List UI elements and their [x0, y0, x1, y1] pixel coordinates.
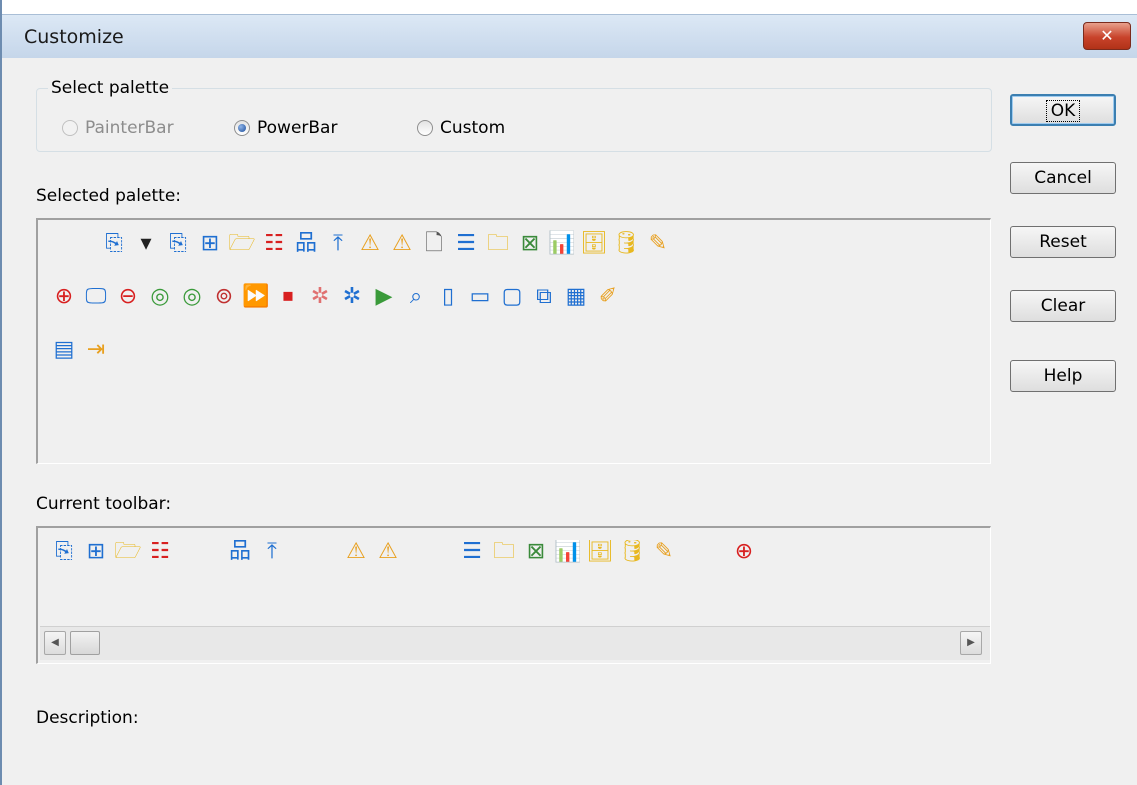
database-icon[interactable]: 🛢 — [618, 540, 646, 564]
inheritance-icon[interactable]: ⊞ — [84, 540, 108, 564]
exit-icon[interactable]: ⇥ — [84, 338, 108, 362]
dial-green-2-icon[interactable]: ◎ — [180, 285, 204, 309]
monitor-add-icon[interactable]: ⊕ — [52, 285, 76, 309]
document-list-icon[interactable]: ▤ — [52, 338, 76, 362]
help-button[interactable]: Help — [1010, 360, 1116, 392]
radio-painterbar-label: PainterBar — [85, 118, 174, 138]
delete-object-icon[interactable]: ⊠ — [524, 540, 548, 564]
database-table-icon[interactable]: 🗄 — [586, 540, 614, 564]
brush-icon[interactable]: ✐ — [596, 285, 620, 309]
monitor-remove-icon[interactable]: ⊖ — [116, 285, 140, 309]
cascade-windows-icon[interactable]: ⧉ — [532, 285, 556, 309]
properties-icon[interactable]: 🗋 — [422, 232, 446, 256]
open-folder-icon[interactable]: 🗁 — [228, 232, 255, 256]
scroll-left-icon: ◀ — [51, 637, 59, 648]
warning-right-icon[interactable]: ⚠ — [376, 540, 400, 564]
new-icon[interactable]: ⎘ — [52, 540, 76, 564]
radio-powerbar-label: PowerBar — [257, 118, 338, 138]
chart-icon[interactable]: 📊 — [554, 540, 581, 564]
edit-pencil-icon[interactable]: ✎ — [646, 232, 670, 256]
select-palette-legend: Select palette — [48, 78, 173, 98]
clear-button[interactable]: Clear — [1010, 290, 1116, 322]
list-icon[interactable]: ☰ — [460, 540, 484, 564]
ok-button-label: OK — [1045, 100, 1081, 122]
new-alt-icon[interactable]: ⎘ — [166, 232, 190, 256]
current-toolbar-label: Current toolbar: — [36, 494, 172, 514]
current-toolbar-icons: ⎘ ⊞ 🗁 ☷ 品 ⤒ ⚠ ⚠ ☰ 🗀 ⊠ 📊 🗄 🛢 ✎ ⊕ — [52, 540, 982, 580]
window-title: Customize — [24, 26, 124, 48]
dial-search-icon[interactable]: ⊚ — [212, 285, 236, 309]
selected-palette-label: Selected palette: — [36, 186, 182, 206]
warning-left-icon[interactable]: ⚠ — [344, 540, 368, 564]
close-button[interactable]: ✕ — [1083, 22, 1131, 50]
ok-button[interactable]: OK — [1010, 94, 1116, 126]
warning-left-icon[interactable]: ⚠ — [358, 232, 382, 256]
radio-painterbar[interactable]: PainterBar — [62, 118, 174, 138]
window-stop-icon[interactable]: ⏹ — [276, 285, 300, 309]
rows-icon[interactable]: ▭ — [468, 285, 492, 309]
scroll-right-button[interactable]: ▶ — [960, 631, 982, 655]
dialog-body: Select palette PainterBar PowerBar Custo… — [2, 58, 1137, 785]
radio-custom-button[interactable] — [417, 120, 433, 136]
export-icon[interactable]: ⤒ — [260, 540, 284, 564]
radio-custom-label: Custom — [440, 118, 506, 138]
scroll-right-icon: ▶ — [967, 637, 975, 648]
database-table-icon[interactable]: 🗄 — [580, 232, 608, 256]
description-label: Description: — [36, 708, 139, 728]
select-palette-group — [36, 88, 992, 152]
radio-custom[interactable]: Custom — [417, 118, 505, 138]
window-icon[interactable]: ▢ — [500, 285, 524, 309]
play-circle-icon[interactable]: ▶ — [372, 285, 396, 309]
bug-cursor-icon[interactable]: ✲ — [340, 285, 364, 309]
folder-search-icon[interactable]: 🗀 — [492, 540, 516, 564]
edit-pencil-icon[interactable]: ✎ — [652, 540, 676, 564]
radio-powerbar-button[interactable] — [234, 120, 250, 136]
library-tree-icon[interactable]: 品 — [294, 232, 318, 256]
export-icon[interactable]: ⤒ — [326, 232, 350, 256]
columns-icon[interactable]: ▯ — [436, 285, 460, 309]
radio-powerbar[interactable]: PowerBar — [234, 118, 337, 138]
reset-button[interactable]: Reset — [1010, 226, 1116, 258]
delete-object-icon[interactable]: ⊠ — [518, 232, 542, 256]
grid-icon[interactable]: ▦ — [564, 285, 588, 309]
close-icon: ✕ — [1100, 26, 1114, 45]
inheritance-icon[interactable]: ⊞ — [198, 232, 222, 256]
toolbar-horizontal-scrollbar[interactable]: ◀ ▶ — [40, 626, 990, 660]
monitor-add-icon[interactable]: ⊕ — [732, 540, 756, 564]
scroll-thumb[interactable] — [70, 631, 100, 655]
search-cursor-icon[interactable]: ⌕ — [404, 285, 428, 309]
selected-palette-icons: ⎘ ▾ ⎘ ⊞ 🗁 ☷ 品 ⤒ ⚠ ⚠ 🗋 ☰ 🗀 ⊠ 📊 🗄 🛢 ✎ ⊕ 🖵 ⊖ ◎ ◎ ⊚ ⏩ ⏹ ✲ ✲ ▶ ⌕ ▯ ▭ ▢ ⧉ ▦ ✐ ▤ ⇥ — [52, 232, 972, 391]
radio-painterbar-button[interactable] — [62, 120, 78, 136]
customize-dialog: Customize ✕ Select palette PainterBar Po… — [0, 0, 1137, 785]
library-tree-icon[interactable]: 品 — [228, 540, 252, 564]
list-icon[interactable]: ☰ — [454, 232, 478, 256]
cancel-button[interactable]: Cancel — [1010, 162, 1116, 194]
chart-icon[interactable]: 📊 — [548, 232, 575, 256]
warning-right-icon[interactable]: ⚠ — [390, 232, 414, 256]
window-forward-icon[interactable]: ⏩ — [242, 285, 269, 309]
open-folder-icon[interactable]: 🗁 — [114, 540, 141, 564]
dropdown-arrow-icon[interactable]: ▾ — [134, 232, 158, 256]
run-list-icon[interactable]: ☷ — [262, 232, 286, 256]
folder-search-icon[interactable]: 🗀 — [486, 232, 510, 256]
database-icon[interactable]: 🛢 — [612, 232, 640, 256]
selected-palette-panel[interactable]: ⎘ ▾ ⎘ ⊞ 🗁 ☷ 品 ⤒ ⚠ ⚠ 🗋 ☰ 🗀 ⊠ 📊 🗄 🛢 ✎ ⊕ 🖵 ⊖ ◎ ◎ ⊚ ⏩ ⏹ ✲ ✲ ▶ ⌕ ▯ ▭ ▢ ⧉ ▦ ✐ ▤ ⇥ — [36, 218, 991, 464]
dial-green-1-icon[interactable]: ◎ — [148, 285, 172, 309]
new-icon[interactable]: ⎘ — [102, 232, 126, 256]
run-list-icon[interactable]: ☷ — [148, 540, 172, 564]
scroll-left-button[interactable]: ◀ — [44, 631, 66, 655]
monitor-icon[interactable]: 🖵 — [84, 285, 108, 309]
title-bar[interactable]: Customize ✕ — [2, 14, 1137, 58]
bug-icon[interactable]: ✲ — [308, 285, 332, 309]
